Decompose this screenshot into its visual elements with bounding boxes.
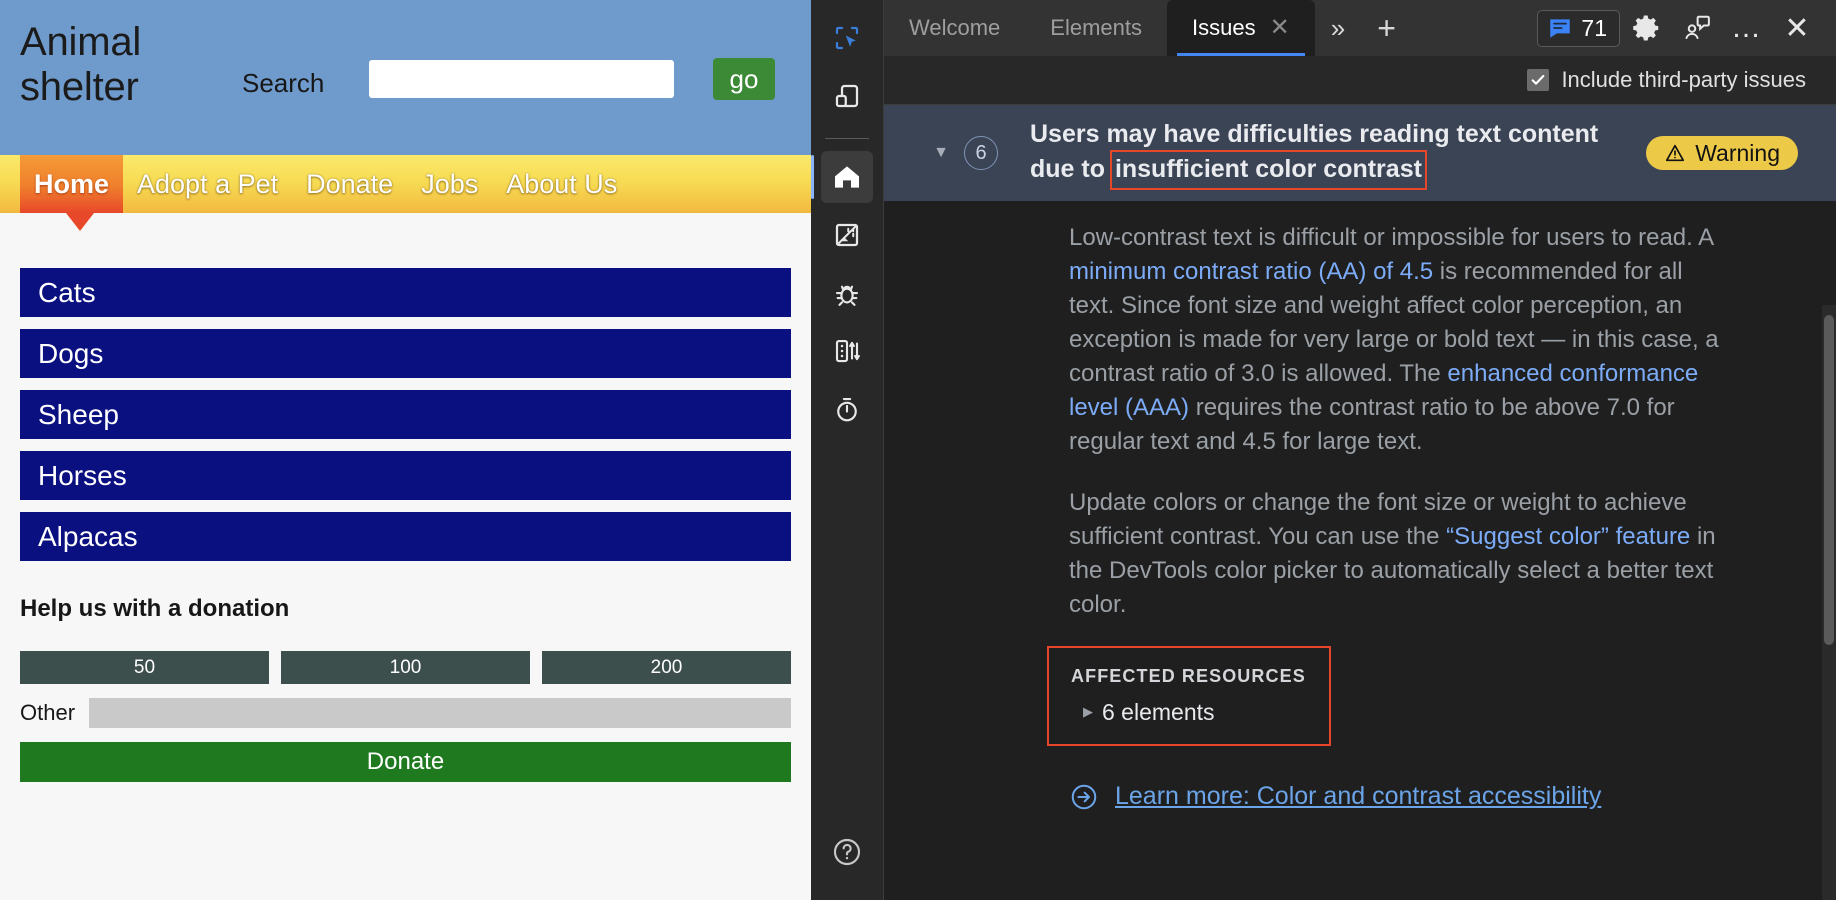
issue-title-highlight: insufficient color contrast [1112,152,1425,188]
link-suggest-color-feature[interactable]: “Suggest color” feature [1446,523,1690,550]
search-label: Search [242,68,324,99]
issues-count-badge[interactable]: 71 [1537,10,1620,47]
animal-item-dogs[interactable]: Dogs [20,329,791,378]
nav-item-home[interactable]: Home [20,155,123,213]
screen: Animal shelter Search go Home Adopt a Pe… [0,0,1836,900]
nav-item-about-us[interactable]: About Us [492,155,631,213]
include-third-party-label[interactable]: Include third-party issues [1561,67,1806,93]
close-devtools-icon[interactable]: ✕ [1774,5,1820,51]
donation-amount-row: 50 100 200 [20,651,791,684]
home-icon[interactable] [821,151,873,203]
device-toolbar-icon[interactable] [821,70,873,122]
webpage-pane: Animal shelter Search go Home Adopt a Pe… [0,0,811,900]
site-brand: Animal shelter [20,20,220,110]
animal-item-alpacas[interactable]: Alpacas [20,512,791,561]
donation-amount-200[interactable]: 200 [542,651,791,684]
rail-separator [825,138,869,139]
chevron-down-icon[interactable]: ▼ [918,144,964,162]
devtools-toolbar-right: 71 … ✕ [1537,0,1836,56]
link-minimum-contrast-ratio[interactable]: minimum contrast ratio (AA) of 4.5 [1069,258,1433,285]
issue-description-paragraph-2: Update colors or change the font size or… [1069,486,1729,622]
nav-item-jobs[interactable]: Jobs [407,155,492,213]
learn-more-label: Learn more: Color and contrast accessibi… [1115,782,1601,811]
gear-icon[interactable] [1624,5,1670,51]
donation-other-label: Other [20,700,75,726]
warning-triangle-icon [1664,142,1686,164]
inspect-element-icon[interactable] [821,12,873,64]
page-content: Cats Dogs Sheep Horses Alpacas Help us w… [0,268,811,782]
third-party-filter-bar: Include third-party issues [884,56,1836,105]
tab-label: Elements [1050,15,1142,41]
issues-count-label: 71 [1581,15,1607,42]
arrow-circle-icon [1069,782,1099,812]
devtools-main: Welcome Elements Issues ✕ » + [884,0,1836,900]
search-input[interactable] [369,60,674,98]
tab-welcome[interactable]: Welcome [884,0,1025,56]
animal-item-horses[interactable]: Horses [20,451,791,500]
animal-category-list: Cats Dogs Sheep Horses Alpacas [20,268,791,561]
para1-text-1: Low-contrast text is difficult or imposs… [1069,224,1713,251]
donation-amount-50[interactable]: 50 [20,651,269,684]
donation-other-input[interactable] [89,698,791,728]
site-header: Animal shelter Search go [0,0,811,155]
issue-count-badge: 6 [964,136,998,170]
tab-elements[interactable]: Elements [1025,0,1167,56]
feedback-icon[interactable] [1674,5,1720,51]
tab-label: Issues [1192,15,1256,41]
animal-item-sheep[interactable]: Sheep [20,390,791,439]
network-icon[interactable] [821,325,873,377]
tab-label: Welcome [909,15,1000,41]
ruler-icon[interactable] [821,209,873,261]
issue-header-row[interactable]: ▼ 6 Users may have difficulties reading … [884,105,1836,201]
devtools-icon-rail [811,0,884,900]
donation-other-row: Other [20,698,791,728]
include-third-party-checkbox[interactable] [1527,69,1549,91]
affected-resources-section: AFFECTED RESOURCES ▶ 6 elements [1049,648,1329,744]
search-go-button[interactable]: go [713,58,775,100]
add-tab-icon[interactable]: + [1361,0,1412,56]
performance-icon[interactable] [821,383,873,435]
animal-item-cats[interactable]: Cats [20,268,791,317]
issue-description-paragraph-1: Low-contrast text is difficult or imposs… [1069,221,1729,460]
affected-resources-count-label: 6 elements [1102,699,1215,726]
devtools-tabbar: Welcome Elements Issues ✕ » + [884,0,1836,56]
issue-title: Users may have difficulties reading text… [1030,118,1646,188]
learn-more-link[interactable]: Learn more: Color and contrast accessibi… [1069,782,1836,812]
donate-submit-button[interactable]: Donate [20,742,791,782]
more-tabs-icon[interactable]: » [1315,0,1361,56]
donation-amount-100[interactable]: 100 [281,651,530,684]
affected-resources-title: AFFECTED RESOURCES [1071,666,1329,687]
issue-detail-body: Low-contrast text is difficult or imposs… [884,201,1836,900]
nav-active-caret-icon [66,213,94,231]
status-badge-label: Warning [1695,140,1780,167]
devtools-panel: Welcome Elements Issues ✕ » + [811,0,1836,900]
nav-item-donate[interactable]: Donate [292,155,407,213]
issues-message-icon [1547,15,1573,41]
close-icon[interactable]: ✕ [1270,16,1290,40]
status-badge: Warning [1646,136,1798,170]
scrollbar-thumb[interactable] [1824,315,1834,645]
site-nav: Home Adopt a Pet Donate Jobs About Us [0,155,811,213]
nav-item-adopt-a-pet[interactable]: Adopt a Pet [123,155,292,213]
bug-icon[interactable] [821,267,873,319]
chevron-right-icon[interactable]: ▶ [1083,704,1093,720]
donation-heading: Help us with a donation [20,595,791,623]
more-options-icon[interactable]: … [1724,5,1770,51]
help-icon[interactable] [821,826,873,878]
tab-issues[interactable]: Issues ✕ [1167,0,1315,56]
affected-resources-elements-row[interactable]: ▶ 6 elements [1083,699,1329,726]
